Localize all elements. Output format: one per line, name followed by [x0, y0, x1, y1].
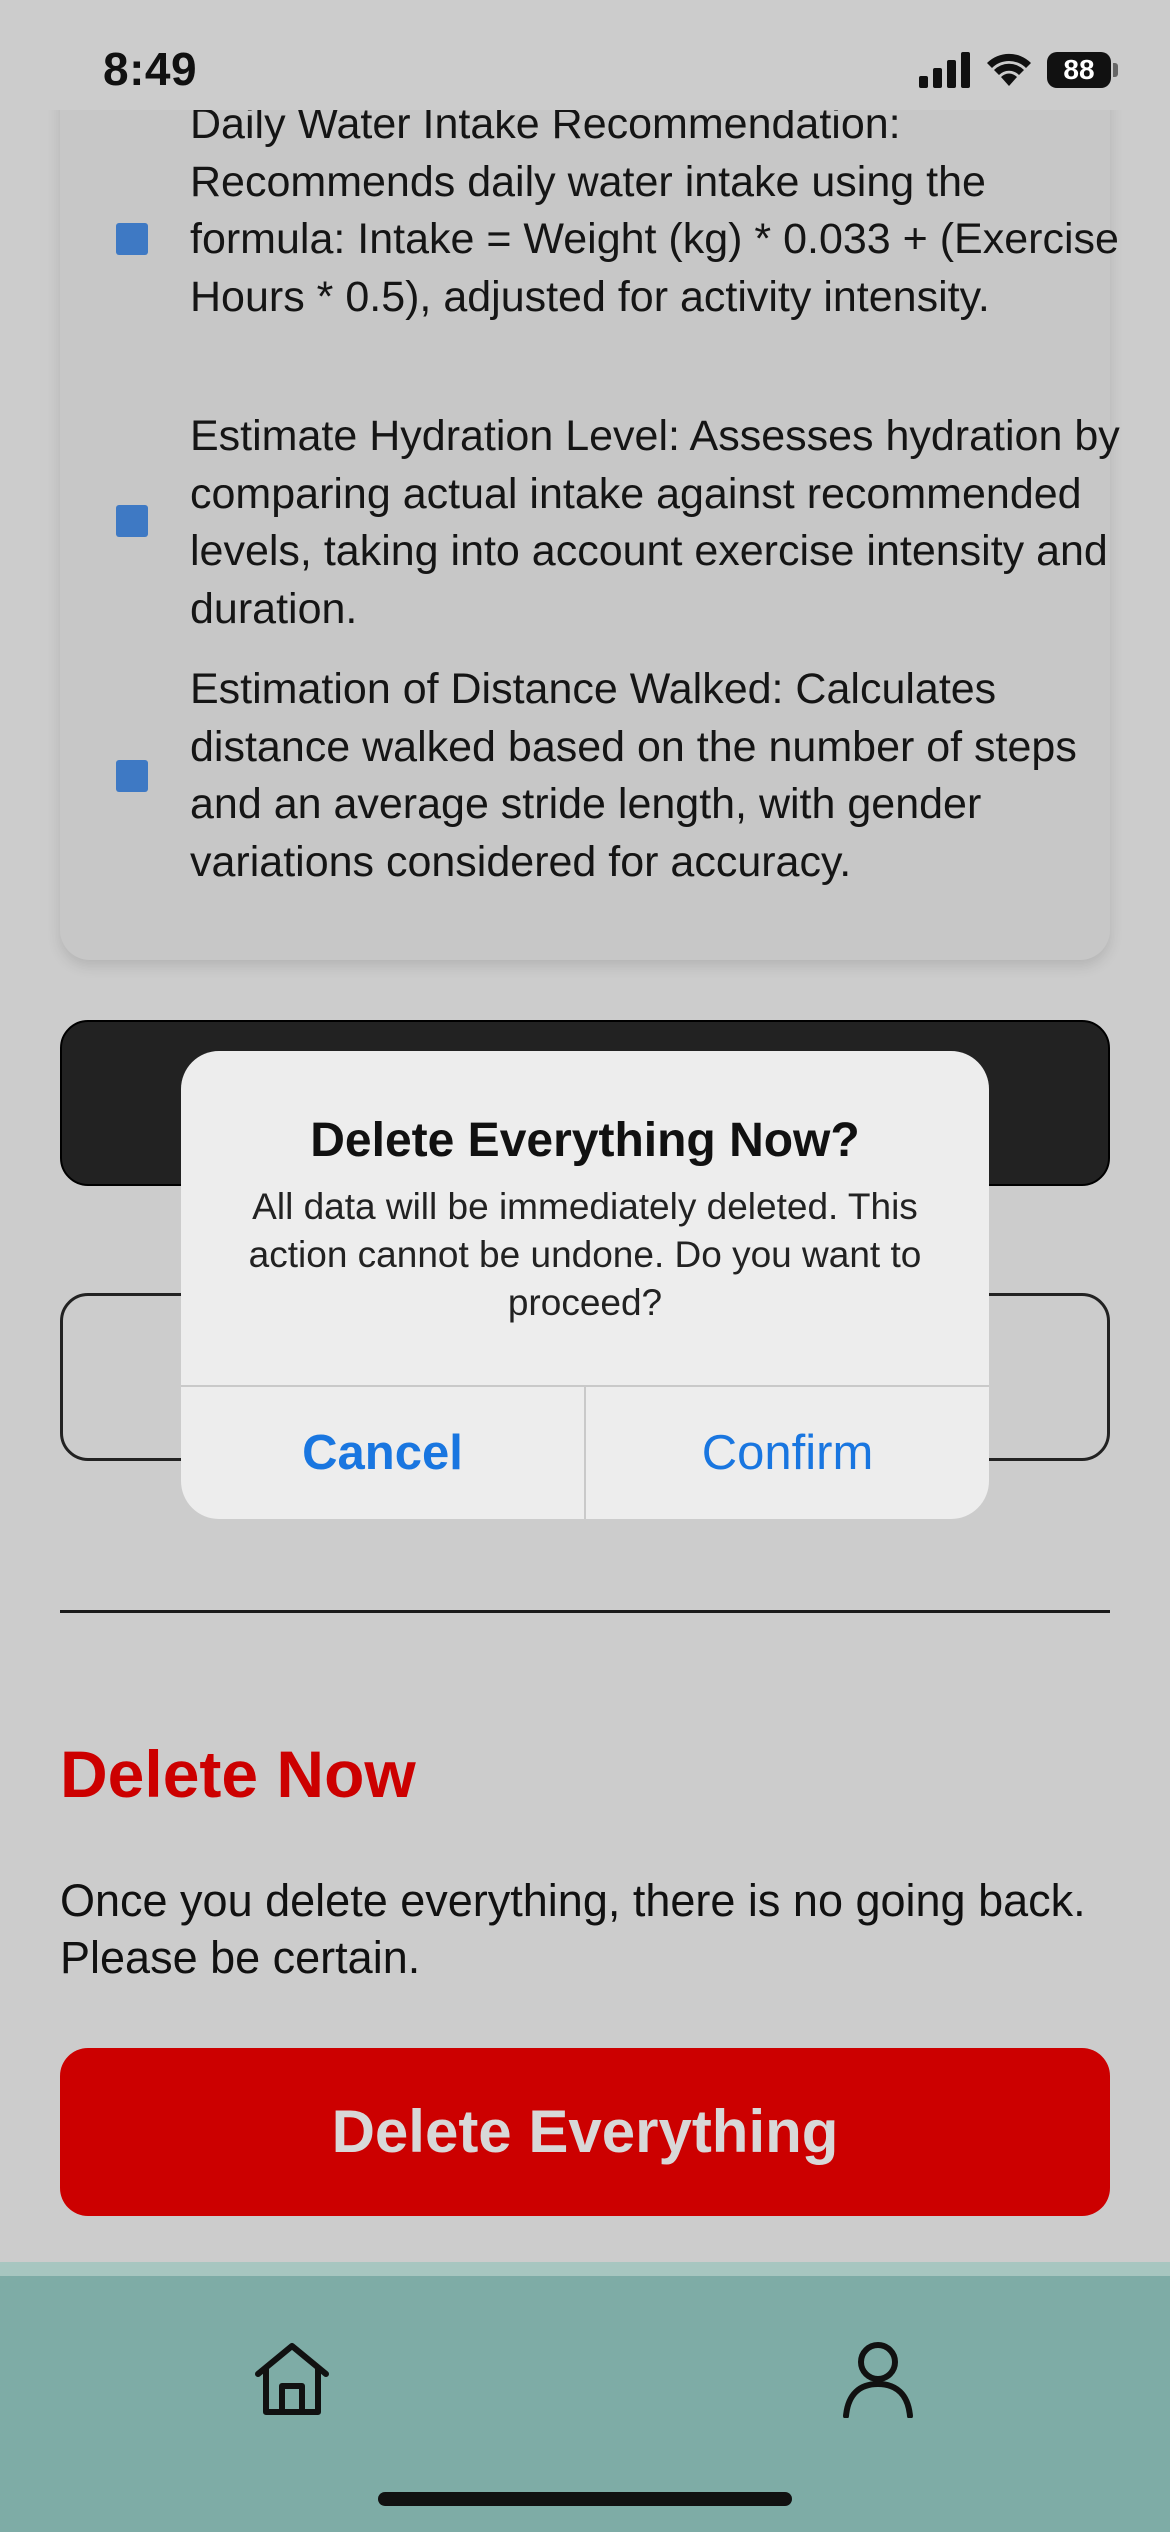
- dialog-title: Delete Everything Now?: [310, 1114, 860, 1167]
- cellular-signal-icon: [919, 52, 970, 88]
- feature-bullet: [116, 505, 148, 537]
- dialog-message: All data will be immediately deleted. Th…: [248, 1186, 922, 1323]
- battery-level: 88: [1047, 52, 1111, 88]
- wifi-icon: [987, 53, 1031, 86]
- dialog-actions: Cancel Confirm: [181, 1385, 989, 1519]
- status-time: 8:49: [103, 43, 198, 95]
- feature-text: Daily Water Intake Recommendation: Recom…: [190, 100, 1119, 321]
- section-divider: [60, 1610, 1110, 1613]
- delete-everything-button[interactable]: Delete Everything: [60, 2048, 1110, 2216]
- status-icons: 88: [919, 52, 1118, 88]
- feature-text: Estimation of Distance Walked: Calculate…: [190, 665, 1077, 886]
- delete-confirmation-dialog: Delete Everything Now? All data will be …: [181, 1051, 989, 1519]
- feature-item-distance-walked: Estimation of Distance Walked: Calculate…: [190, 661, 1130, 891]
- bottom-navigation: [0, 2262, 1170, 2532]
- cancel-button[interactable]: Cancel: [181, 1387, 586, 1519]
- feature-bullet: [116, 760, 148, 792]
- battery-indicator: 88: [1047, 52, 1118, 88]
- feature-text: Estimate Hydration Level: Assesses hydra…: [190, 412, 1120, 633]
- home-icon[interactable]: [252, 2338, 332, 2418]
- battery-cap: [1113, 63, 1118, 77]
- delete-warning-text: Once you delete everything, there is no …: [60, 1875, 1086, 1983]
- feature-item-hydration-level: Estimate Hydration Level: Assesses hydra…: [190, 408, 1130, 638]
- confirm-button[interactable]: Confirm: [586, 1387, 989, 1519]
- profile-icon[interactable]: [838, 2338, 918, 2418]
- home-indicator: [378, 2492, 792, 2506]
- feature-item-water-intake: Daily Water Intake Recommendation: Recom…: [190, 96, 1130, 326]
- delete-now-heading: Delete Now: [60, 1737, 416, 1811]
- feature-bullet: [116, 223, 148, 255]
- status-bar: 8:49 88: [0, 0, 1170, 110]
